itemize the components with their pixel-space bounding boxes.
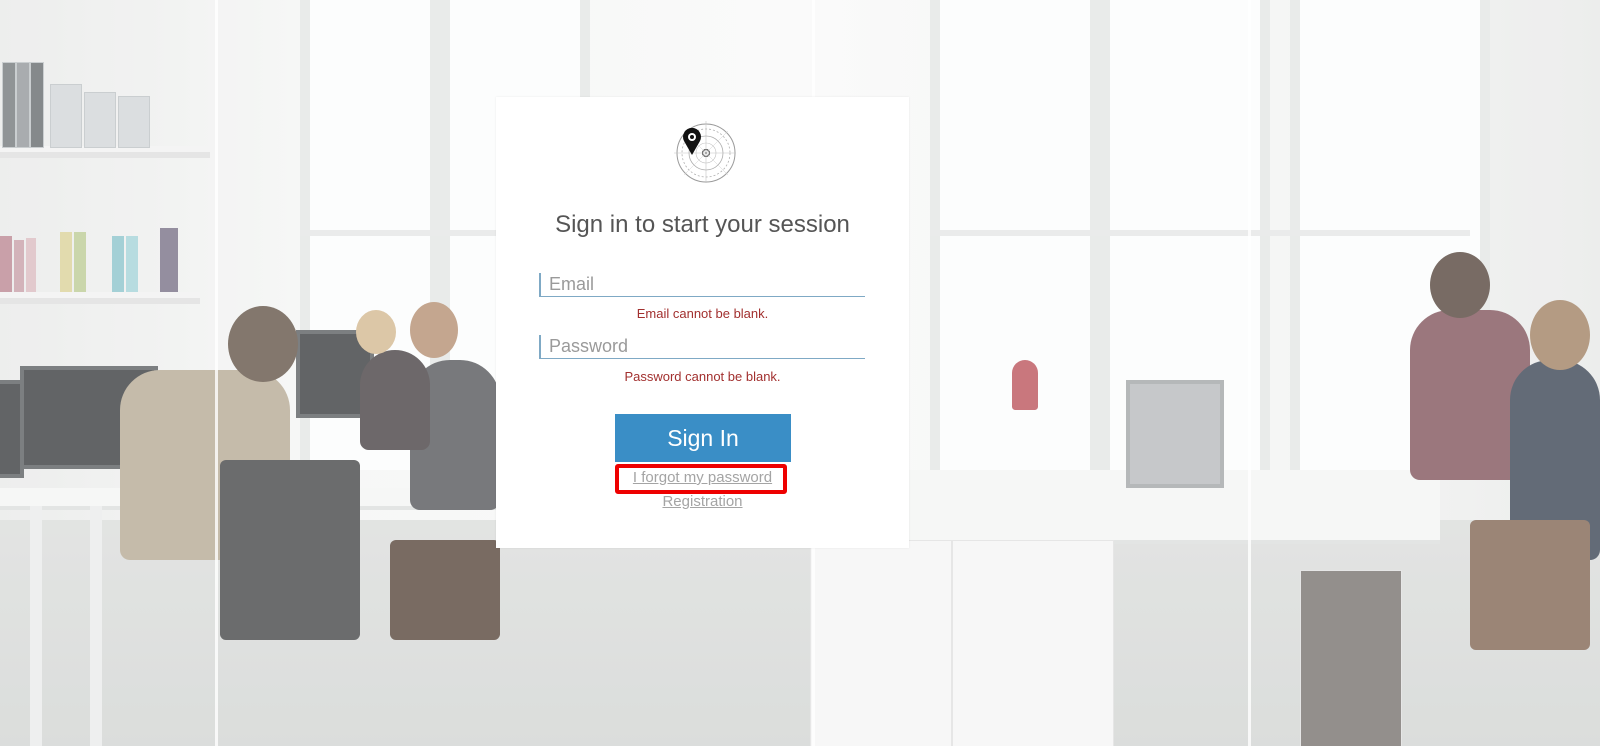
compass-logo-icon xyxy=(670,117,738,185)
password-error-message: Password cannot be blank. xyxy=(624,369,781,384)
sign-in-button[interactable]: Sign In xyxy=(615,414,791,462)
email-input[interactable] xyxy=(539,273,865,297)
password-input[interactable] xyxy=(539,335,865,359)
registration-link[interactable]: Registration xyxy=(496,493,909,510)
login-page: Sign in to start your session Email cann… xyxy=(0,0,1600,746)
page-title: Sign in to start your session xyxy=(555,211,850,238)
email-error-message: Email cannot be blank. xyxy=(636,306,769,321)
login-card: Sign in to start your session Email cann… xyxy=(496,97,909,548)
forgot-password-link[interactable]: I forgot my password xyxy=(496,469,909,486)
